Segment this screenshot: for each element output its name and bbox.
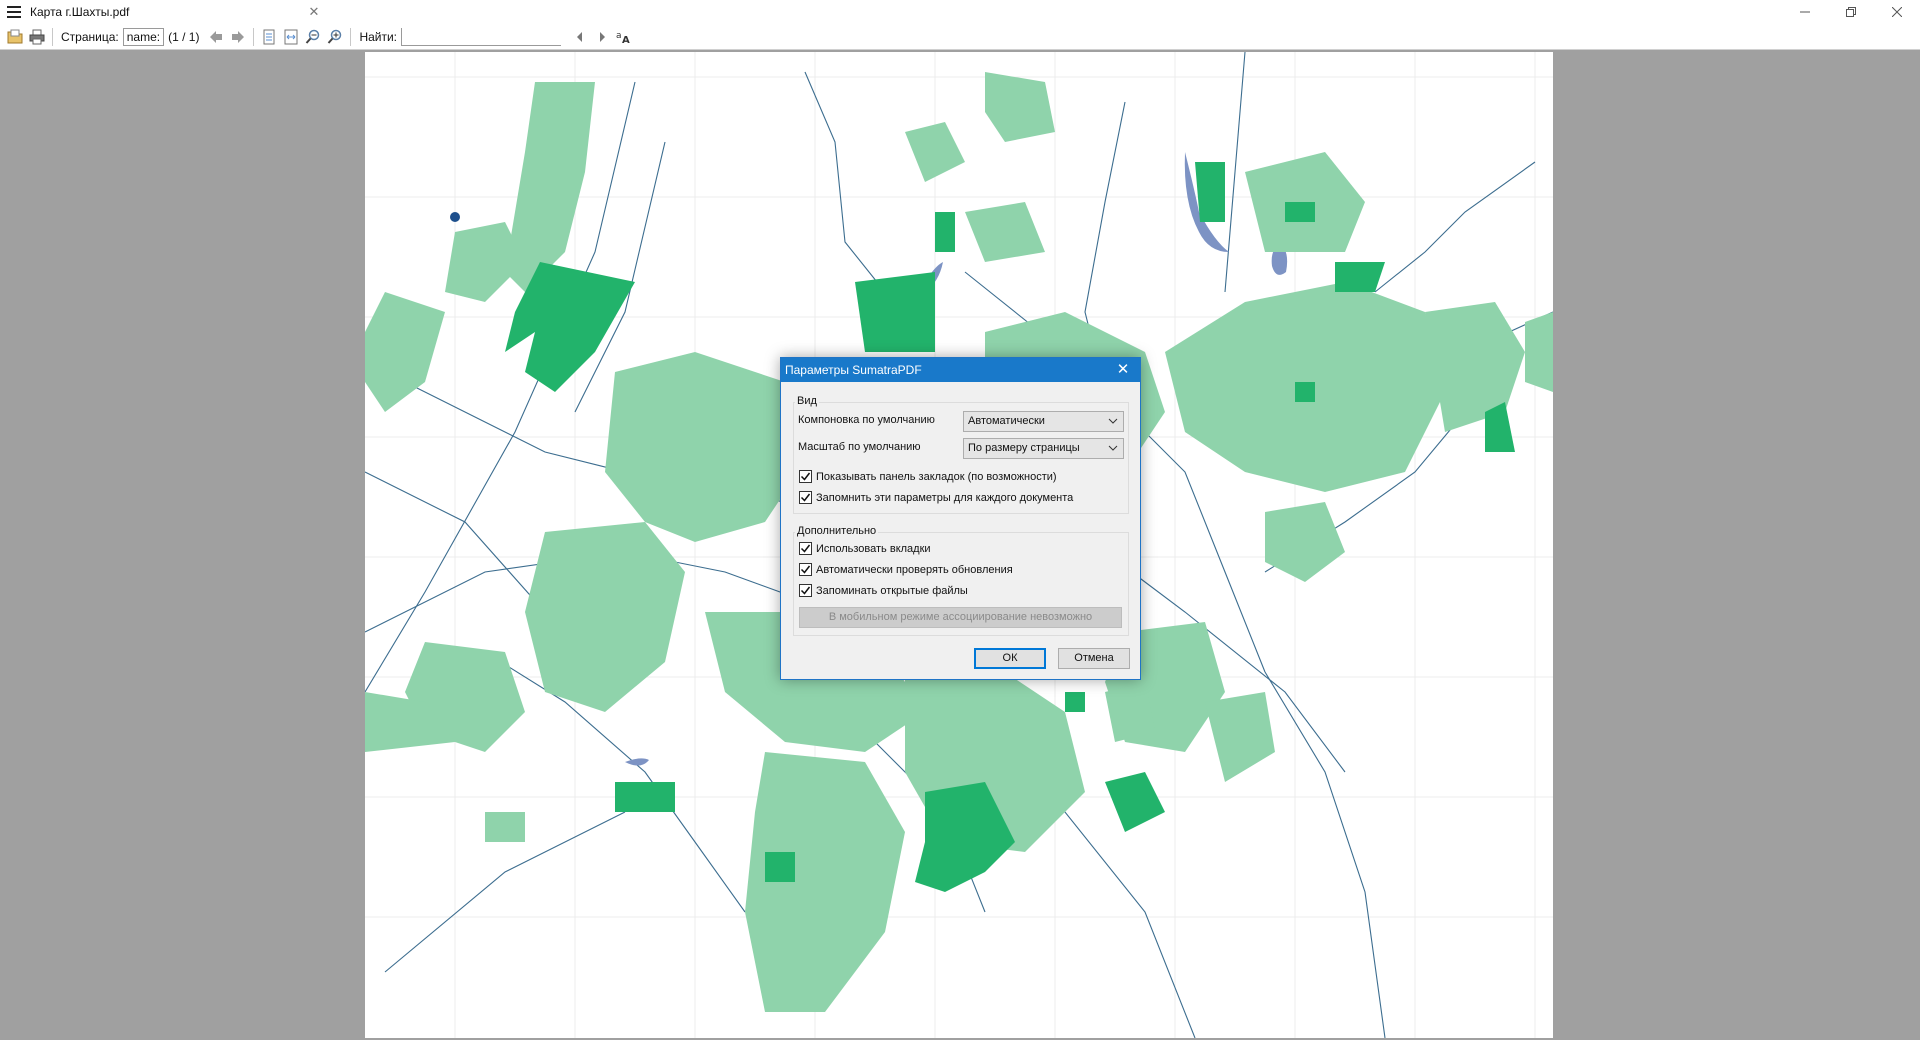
page-label: Страница: [61, 29, 119, 44]
remember-settings-checkbox[interactable]: Запомнить эти параметры для каждого доку… [799, 491, 1073, 504]
remember-files-label: Запоминать открытые файлы [816, 584, 968, 597]
auto-update-checkbox[interactable]: Автоматически проверять обновления [799, 563, 1013, 576]
association-disabled-button: В мобильном режиме ассоциирование невозм… [799, 607, 1122, 628]
zoom-label: Масштаб по умолчанию [798, 441, 921, 453]
show-bookmarks-label: Показывать панель закладок (по возможнос… [816, 470, 1057, 483]
window-controls [1782, 0, 1920, 24]
checkbox-checked-icon [799, 584, 812, 597]
page-count: (1 / 1) [168, 29, 200, 44]
find-next-icon[interactable] [591, 26, 613, 48]
view-group-title: Вид [795, 395, 819, 407]
use-tabs-checkbox[interactable]: Использовать вкладки [799, 542, 931, 555]
forward-icon[interactable] [227, 26, 249, 48]
close-window-button[interactable] [1874, 0, 1920, 24]
hamburger-icon[interactable] [0, 0, 28, 24]
dialog-title: Параметры SumatraPDF [785, 363, 922, 377]
chevron-down-icon [1108, 445, 1118, 451]
layout-label: Компоновка по умолчанию [798, 414, 935, 426]
print-icon[interactable] [26, 26, 48, 48]
svg-text:A: A [622, 35, 630, 45]
zoom-select[interactable]: По размеру страницы [963, 438, 1124, 459]
zoom-out-icon[interactable] [302, 26, 324, 48]
checkbox-checked-icon [799, 563, 812, 576]
options-dialog: Параметры SumatraPDF ✕ Вид Компоновка по… [780, 357, 1141, 680]
remember-files-checkbox[interactable]: Запоминать открытые файлы [799, 584, 968, 597]
page-input[interactable]: name: [122, 27, 165, 46]
back-icon[interactable] [205, 26, 227, 48]
find-label: Найти: [359, 29, 398, 44]
auto-update-label: Автоматически проверять обновления [816, 563, 1013, 576]
minimize-button[interactable] [1782, 0, 1828, 24]
close-icon [1892, 7, 1902, 17]
fit-width-icon[interactable] [280, 26, 302, 48]
zoom-select-value: По размеру страницы [968, 442, 1080, 454]
layout-select[interactable]: Автоматически [963, 411, 1124, 432]
toolbar-separator [253, 27, 255, 46]
ok-button[interactable]: ОК [974, 648, 1046, 669]
zoom-in-icon[interactable] [324, 26, 346, 48]
checkbox-checked-icon [799, 491, 812, 504]
checkbox-checked-icon [799, 542, 812, 555]
toolbar: Страница: name: (1 / 1) Найти: aA [0, 24, 1920, 50]
checkbox-checked-icon [799, 470, 812, 483]
close-icon[interactable]: ✕ [1114, 361, 1132, 379]
chevron-down-icon [1108, 418, 1118, 424]
remember-settings-label: Запомнить эти параметры для каждого доку… [816, 491, 1074, 504]
restore-icon [1846, 7, 1856, 17]
restore-button[interactable] [1828, 0, 1874, 24]
open-icon[interactable] [4, 26, 26, 48]
dialog-title-bar: Параметры SumatraPDF ✕ [781, 358, 1140, 382]
advanced-group-title: Дополнительно [795, 525, 879, 537]
show-bookmarks-checkbox[interactable]: Показывать панель закладок (по возможнос… [799, 470, 1057, 483]
find-input[interactable] [401, 27, 562, 46]
use-tabs-label: Использовать вкладки [816, 542, 931, 555]
document-tab[interactable]: Карта г.Шахты.pdf ✕ [28, 0, 328, 24]
svg-text:a: a [616, 31, 622, 41]
tab-title: Карта г.Шахты.pdf [30, 5, 130, 19]
layout-select-value: Автоматически [968, 415, 1045, 427]
toolbar-separator [52, 27, 53, 46]
match-case-icon[interactable]: aA [613, 26, 635, 48]
toolbar-separator [350, 27, 352, 46]
find-prev-icon[interactable] [569, 26, 591, 48]
close-icon[interactable]: ✕ [306, 4, 322, 20]
cancel-button[interactable]: Отмена [1058, 648, 1130, 669]
fit-page-icon[interactable] [258, 26, 280, 48]
minimize-icon [1800, 11, 1810, 13]
title-bar: Карта г.Шахты.pdf ✕ [0, 0, 1920, 24]
